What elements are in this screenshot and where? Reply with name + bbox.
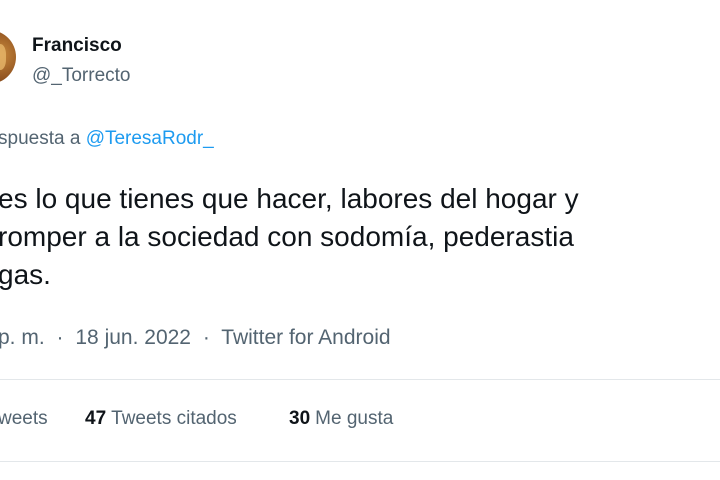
- reply-mention-link[interactable]: @TeresaRodr_: [86, 128, 214, 149]
- tweet-metadata: p. m. · 18 jun. 2022 · Twitter for Andro…: [0, 326, 391, 350]
- divider: [0, 379, 720, 380]
- quote-tweets-stat[interactable]: 47 Tweets citados: [85, 408, 237, 430]
- reply-prefix: spuesta a: [0, 128, 81, 149]
- likes-stat[interactable]: 30 Me gusta: [289, 408, 393, 430]
- retweets-stat[interactable]: weets: [0, 408, 48, 430]
- tweet-source-link[interactable]: Twitter for Android: [221, 326, 390, 349]
- tweet-detail: Francisco @_Torrecto spuesta a @TeresaRo…: [0, 0, 720, 480]
- tweet-text-line: es lo que tienes que hacer, labores del …: [0, 183, 579, 214]
- author-display-name[interactable]: Francisco: [32, 35, 122, 57]
- meta-separator: ·: [56, 326, 64, 349]
- quote-tweets-count: 47: [85, 408, 107, 429]
- tweet-date[interactable]: 18 jun. 2022: [75, 326, 191, 349]
- meta-separator: ·: [202, 326, 210, 349]
- reply-context: spuesta a @TeresaRodr_: [0, 128, 214, 150]
- tweet-text-line: gas.: [0, 259, 51, 290]
- tweet-text-line: romper a la sociedad con sodomía, pedera…: [0, 221, 574, 252]
- tweet-text: es lo que tienes que hacer, labores del …: [0, 180, 720, 294]
- author-handle[interactable]: @_Torrecto: [32, 65, 131, 87]
- likes-count: 30: [289, 408, 311, 429]
- avatar-image: [0, 44, 6, 70]
- quote-tweets-label: Tweets citados: [111, 408, 237, 429]
- tweet-time[interactable]: p. m.: [0, 326, 45, 349]
- retweets-label: weets: [0, 408, 48, 429]
- likes-label: Me gusta: [315, 408, 394, 429]
- divider: [0, 461, 720, 462]
- avatar[interactable]: [0, 30, 16, 84]
